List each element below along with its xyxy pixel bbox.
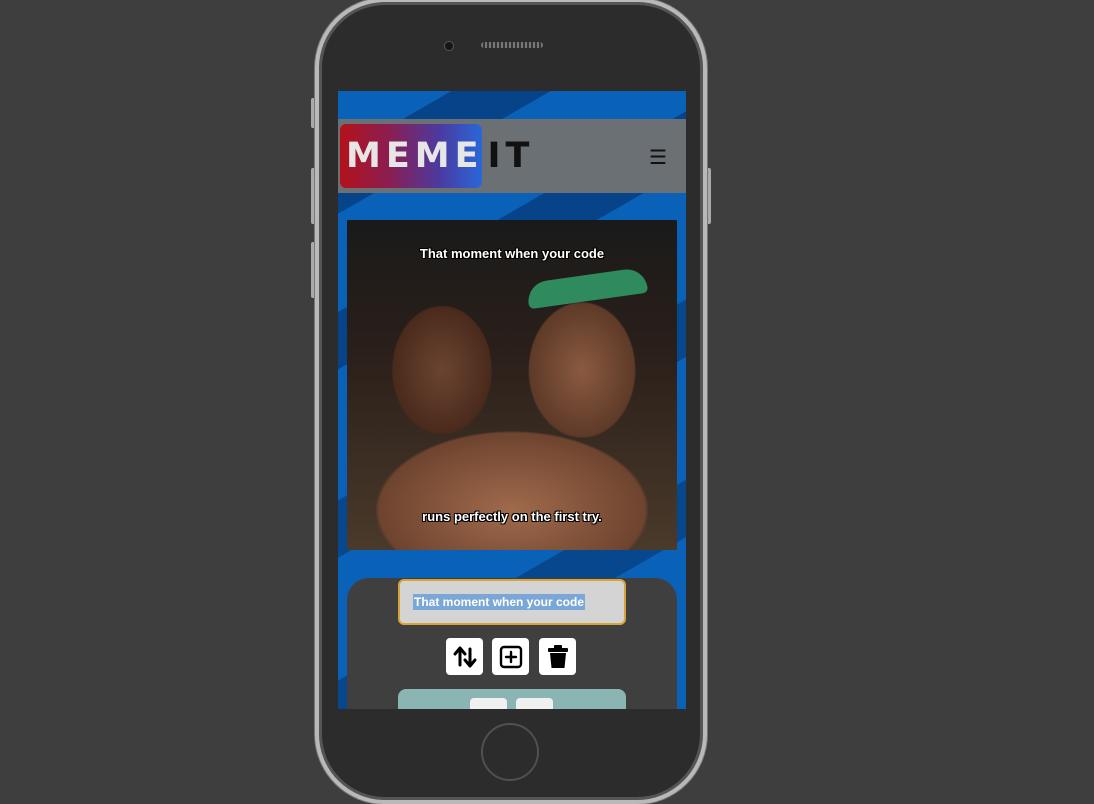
meme-top-caption[interactable]: That moment when your code (347, 246, 677, 261)
style-option-button[interactable] (516, 698, 553, 709)
earpiece-speaker (481, 42, 543, 48)
meme-photo-headband (525, 266, 649, 310)
front-camera (444, 41, 454, 51)
logo-word-it: IT (487, 135, 535, 176)
style-options-panel (398, 689, 626, 709)
logo[interactable]: MEME IT (340, 124, 529, 188)
add-box-icon (499, 645, 522, 668)
swap-vertical-icon (453, 646, 476, 667)
meme-bottom-caption[interactable]: runs perfectly on the first try. (347, 509, 677, 524)
add-text-button[interactable] (492, 638, 529, 675)
caption-text-input[interactable]: That moment when your code (398, 579, 626, 625)
delete-text-button[interactable] (539, 638, 576, 675)
hamburger-menu-icon[interactable]: ☰ (646, 146, 670, 170)
trash-icon (547, 644, 568, 668)
style-option-button[interactable] (470, 698, 507, 709)
phone-screen: MEME IT ☰ That moment when your code run… (338, 91, 686, 709)
logo-word-meme: MEME (346, 135, 484, 176)
meme-image: That moment when your code runs perfectl… (347, 220, 677, 550)
caption-text-selection: That moment when your code (413, 594, 586, 610)
swap-position-button[interactable] (446, 638, 483, 675)
home-button[interactable] (481, 723, 539, 781)
